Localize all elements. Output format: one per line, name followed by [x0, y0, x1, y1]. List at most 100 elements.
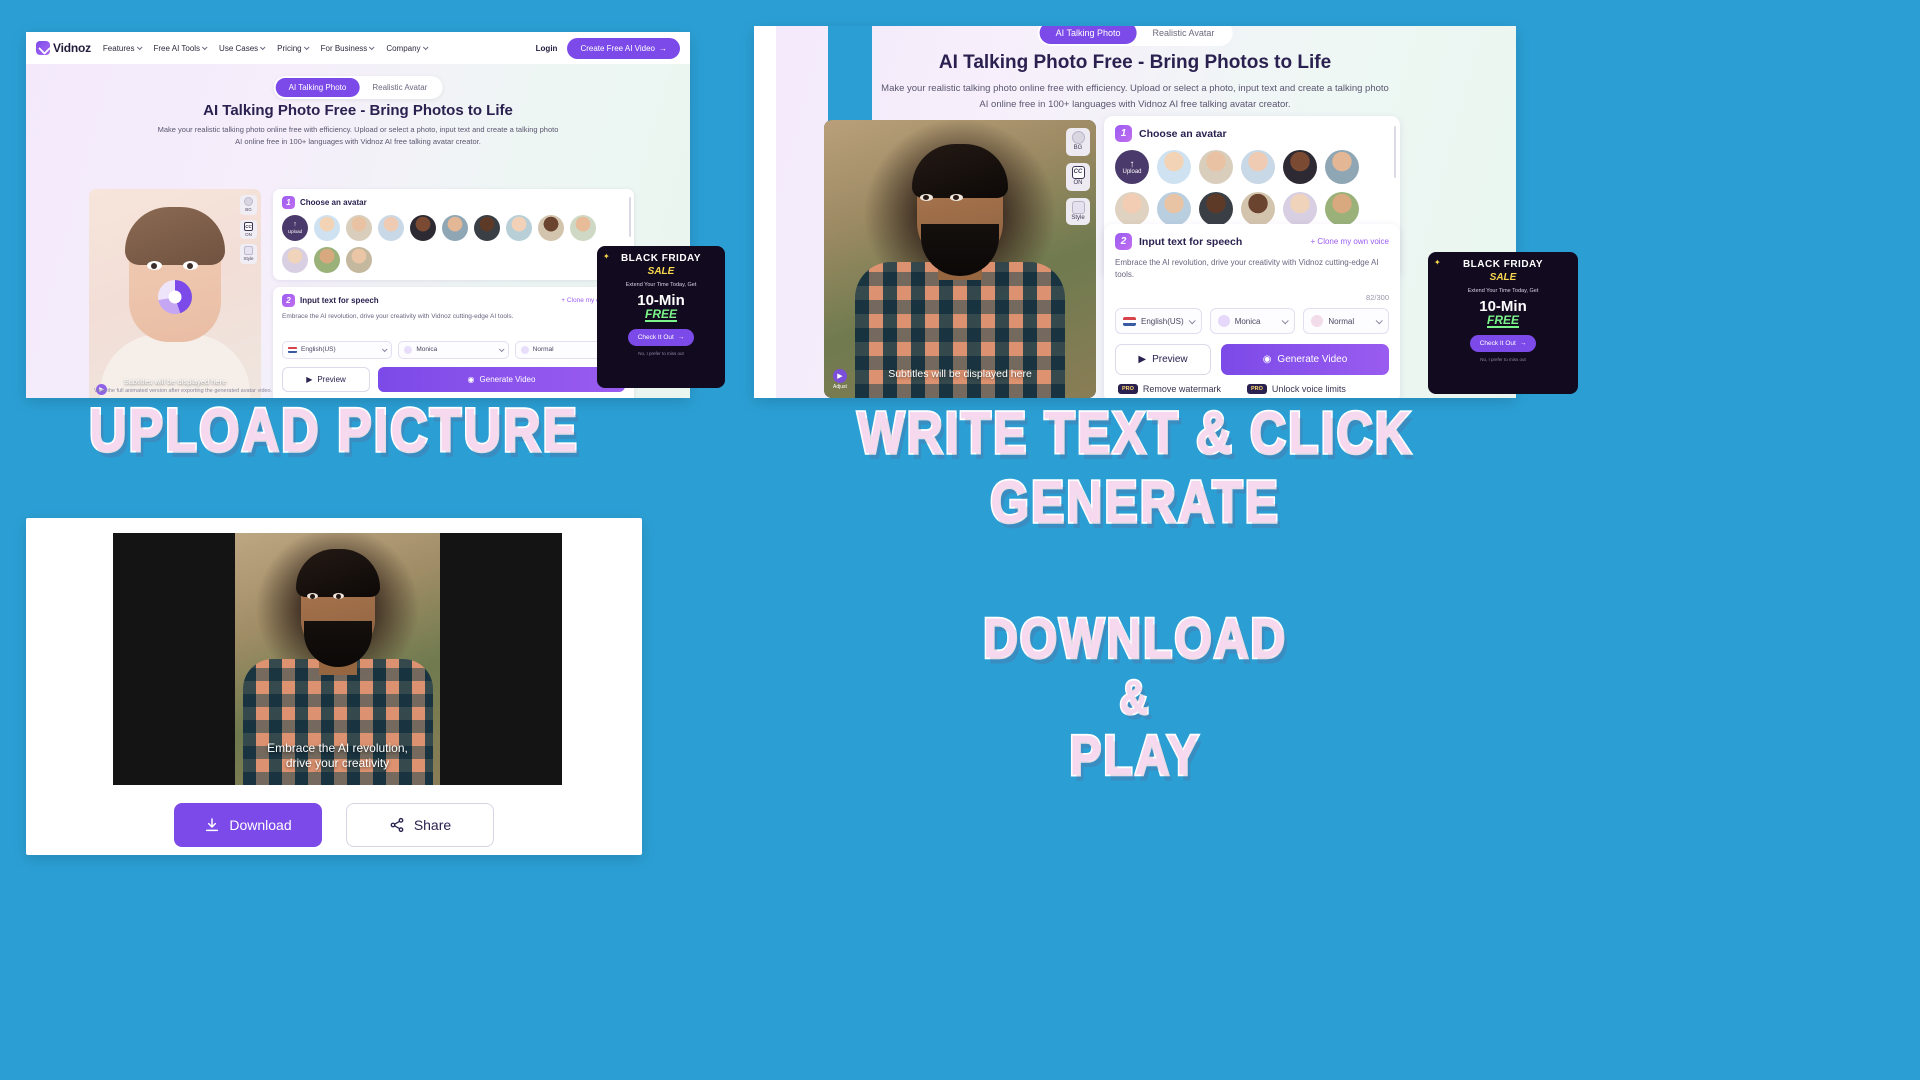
upload-avatar-button[interactable]: ↑ Upload [1115, 150, 1149, 184]
generate-label: Generate Video [479, 374, 536, 384]
promo-dismiss-link[interactable]: No, I prefer to miss out [603, 351, 719, 356]
avatar-option[interactable] [346, 247, 372, 273]
avatar-option[interactable] [1325, 150, 1359, 184]
arrow-right-icon: → [1519, 339, 1527, 347]
avatar-scrollbar[interactable] [1393, 126, 1396, 178]
arrow-right-icon: → [677, 333, 685, 341]
nav-item-features[interactable]: Features [103, 44, 143, 53]
chevron-down-icon [498, 346, 505, 352]
nav-item-free-ai-tools[interactable]: Free AI Tools [154, 44, 208, 53]
action-row: ▶ Preview ◉ Generate Video [1115, 344, 1389, 375]
nav-label: Company [386, 43, 421, 53]
adjust-label: Adjust [833, 384, 847, 390]
tab-realistic-avatar[interactable]: Realistic Avatar [1137, 26, 1231, 44]
style-tool[interactable]: Style [1066, 197, 1090, 226]
avatar-option[interactable] [282, 247, 308, 273]
vidnoz-logo[interactable]: Vidnoz [36, 41, 91, 55]
black-friday-promo-card-1[interactable]: ✦ BLACK FRIDAY SALE Extend Your Time Tod… [597, 246, 725, 388]
style-tool[interactable]: Style [240, 244, 257, 264]
login-link[interactable]: Login [536, 44, 558, 53]
avatar-option[interactable] [1157, 150, 1191, 184]
upload-avatar-button[interactable]: ↑ Upload [282, 215, 308, 241]
caption-tool[interactable]: CC ON [1066, 162, 1090, 191]
tone-icon [1311, 315, 1324, 327]
avatar-option[interactable] [442, 215, 468, 241]
result-video-player[interactable]: Embrace the AI revolution, drive your cr… [113, 533, 562, 785]
speech-textarea[interactable]: Embrace the AI revolution, drive your cr… [282, 312, 625, 322]
bg-tool[interactable]: BG [1066, 128, 1090, 156]
avatar-option[interactable] [378, 215, 404, 241]
nav-label: For Business [320, 43, 368, 53]
avatar-option[interactable] [1241, 192, 1275, 226]
promo-check-it-out-button[interactable]: Check It Out → [627, 328, 695, 346]
action-row: ▶ Preview ◉ Generate Video [282, 366, 625, 392]
preview-button[interactable]: ▶ Preview [1115, 344, 1211, 375]
result-caption-line-2: drive your creativity [285, 756, 390, 770]
tab-ai-talking-photo[interactable]: AI Talking Photo [275, 78, 360, 97]
avatar-option[interactable] [1199, 192, 1233, 226]
nav-item-use-cases[interactable]: Use Cases [219, 43, 266, 53]
promo-free-text: FREE [644, 306, 677, 322]
language-select[interactable]: English(US) [1115, 308, 1202, 334]
tab-realistic-avatar[interactable]: Realistic Avatar [359, 78, 440, 97]
generate-video-button[interactable]: ◉ Generate Video [1221, 344, 1389, 375]
voice-select[interactable]: Monica [1209, 308, 1296, 334]
avatar-scrollbar[interactable] [629, 197, 631, 237]
black-friday-promo-card-2[interactable]: ✦ BLACK FRIDAY SALE Extend Your Time Tod… [1428, 252, 1578, 394]
avatar-option[interactable] [1115, 192, 1149, 226]
avatar-option[interactable] [314, 247, 340, 273]
avatar-option[interactable] [314, 215, 340, 241]
us-flag-icon [1123, 316, 1136, 326]
tab-ai-talking-photo[interactable]: AI Talking Photo [1039, 26, 1137, 44]
avatar-option[interactable] [1199, 150, 1233, 184]
adjust-control[interactable]: ▶ Adjust [833, 369, 847, 390]
speech-textarea[interactable]: Embrace the AI revolution, drive your cr… [1115, 257, 1389, 281]
avatar-option[interactable] [1325, 192, 1359, 226]
avatar-option[interactable] [474, 215, 500, 241]
pro-badge: PRO [1118, 384, 1138, 394]
caption-play: Play [1068, 725, 1201, 788]
avatar-option[interactable] [410, 215, 436, 241]
avatar-eye-right [183, 261, 198, 270]
voice-select[interactable]: Monica [398, 340, 509, 359]
language-select[interactable]: English(US) [282, 340, 393, 359]
hero-section: AI Talking Photo Realistic Avatar AI Tal… [26, 64, 690, 398]
share-button[interactable]: Share [346, 803, 494, 847]
input-text-card: 2 Input text for speech + Clone my own v… [1104, 224, 1400, 398]
nav-item-for-business[interactable]: For Business [320, 43, 375, 53]
chevron-down-icon [260, 44, 266, 51]
bg-tool-label: BG [245, 207, 252, 212]
caption-tool[interactable]: CC ON [240, 219, 257, 240]
avatar-option[interactable] [570, 215, 596, 241]
clone-voice-link[interactable]: + Clone my own voice [1311, 237, 1389, 246]
preview-button[interactable]: ▶ Preview [282, 366, 370, 392]
avatar-option[interactable] [1157, 192, 1191, 226]
choose-avatar-header: 1 Choose an avatar [1115, 125, 1389, 142]
photo-preview-stage[interactable]: Subtitles will be displayed here ▶ Adjus… [824, 120, 1096, 398]
caption-ampersand: & [1118, 671, 1151, 724]
avatar-option[interactable] [1283, 150, 1317, 184]
generate-video-button[interactable]: ◉ Generate Video [378, 366, 625, 392]
avatar-option[interactable] [538, 215, 564, 241]
avatar-option[interactable] [506, 215, 532, 241]
tone-icon [520, 345, 529, 354]
input-text-card: 2 Input text for speech + Clone my own v… [273, 287, 634, 398]
nav-label: Use Cases [219, 43, 259, 53]
remove-watermark-option[interactable]: PRO Remove watermark [1118, 384, 1221, 394]
avatar-option[interactable] [346, 215, 372, 241]
preview-label: Preview [1152, 354, 1188, 365]
promo-dismiss-link[interactable]: No, I prefer to miss out [1434, 357, 1572, 362]
unlock-voice-limits-option[interactable]: PRO Unlock voice limits [1246, 384, 1346, 394]
avatar-option[interactable] [1283, 192, 1317, 226]
create-free-ai-video-button[interactable]: Create Free AI Video → [567, 37, 680, 59]
tone-select[interactable]: Normal [1303, 308, 1389, 334]
nav-item-company[interactable]: Company [386, 43, 429, 53]
promo-check-it-out-button[interactable]: Check It Out → [1469, 334, 1537, 352]
promo-free-label: FREE [1434, 314, 1572, 328]
download-button[interactable]: Download [174, 803, 322, 847]
avatar-option[interactable] [1241, 150, 1275, 184]
nav-item-pricing[interactable]: Pricing [277, 44, 310, 53]
bg-tool[interactable]: BG [240, 195, 257, 215]
avatar-preview-stage[interactable]: Subtitles will be displayed here ▶ BG CC… [89, 189, 261, 398]
style-icon [1071, 200, 1085, 214]
